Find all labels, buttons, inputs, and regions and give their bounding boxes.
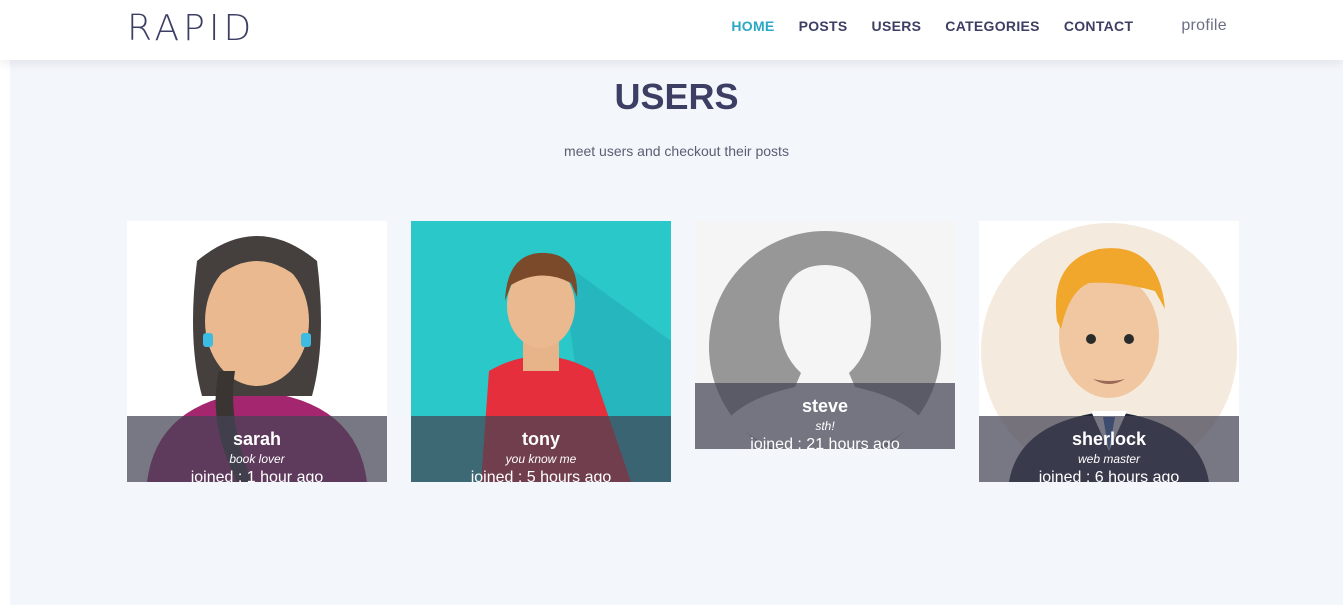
- user-bio: sth!: [815, 419, 835, 433]
- users-section: USERS meet users and checkout their post…: [10, 60, 1343, 605]
- nav-categories[interactable]: CATEGORIES: [945, 18, 1040, 34]
- user-card-sarah[interactable]: sarah book lover joined : 1 hour ago: [127, 221, 387, 482]
- user-bio: you know me: [505, 452, 577, 466]
- user-joined: joined : 6 hours ago: [1038, 469, 1180, 482]
- page-title: USERS: [614, 76, 739, 117]
- main-nav: HOME POSTS USERS CATEGORIES CONTACT prof…: [731, 0, 1227, 52]
- page-subtitle: meet users and checkout their posts: [564, 143, 789, 159]
- user-name[interactable]: tony: [411, 428, 671, 450]
- site-header: RAPID HOME POSTS USERS CATEGORIES CONTAC…: [0, 0, 1343, 60]
- user-bio: web master: [1077, 452, 1141, 466]
- user-info-overlay: tony you know me joined : 5 hours ago: [411, 416, 671, 482]
- user-name[interactable]: sarah: [127, 428, 387, 450]
- user-info-overlay: sherlock web master joined : 6 hours ago: [979, 416, 1239, 482]
- user-card-tony[interactable]: tony you know me joined : 5 hours ago: [411, 221, 671, 482]
- user-joined: joined : 1 hour ago: [190, 469, 324, 482]
- user-info-overlay: steve sth! joined : 21 hours ago: [695, 383, 955, 449]
- user-joined: joined : 21 hours ago: [750, 436, 900, 449]
- nav-home[interactable]: HOME: [731, 18, 774, 34]
- user-name[interactable]: steve: [695, 395, 955, 417]
- nav-contact[interactable]: CONTACT: [1064, 18, 1134, 34]
- nav-profile[interactable]: profile: [1181, 17, 1227, 35]
- brand-logo[interactable]: RAPID: [127, 8, 255, 49]
- user-card-steve[interactable]: steve sth! joined : 21 hours ago: [695, 221, 955, 449]
- user-bio: book lover: [229, 452, 285, 466]
- nav-users[interactable]: USERS: [872, 18, 922, 34]
- user-info-overlay: sarah book lover joined : 1 hour ago: [127, 416, 387, 482]
- user-joined: joined : 5 hours ago: [470, 469, 612, 482]
- user-name[interactable]: sherlock: [979, 428, 1239, 450]
- user-card-sherlock[interactable]: sherlock web master joined : 6 hours ago: [979, 221, 1239, 482]
- nav-posts[interactable]: POSTS: [799, 18, 848, 34]
